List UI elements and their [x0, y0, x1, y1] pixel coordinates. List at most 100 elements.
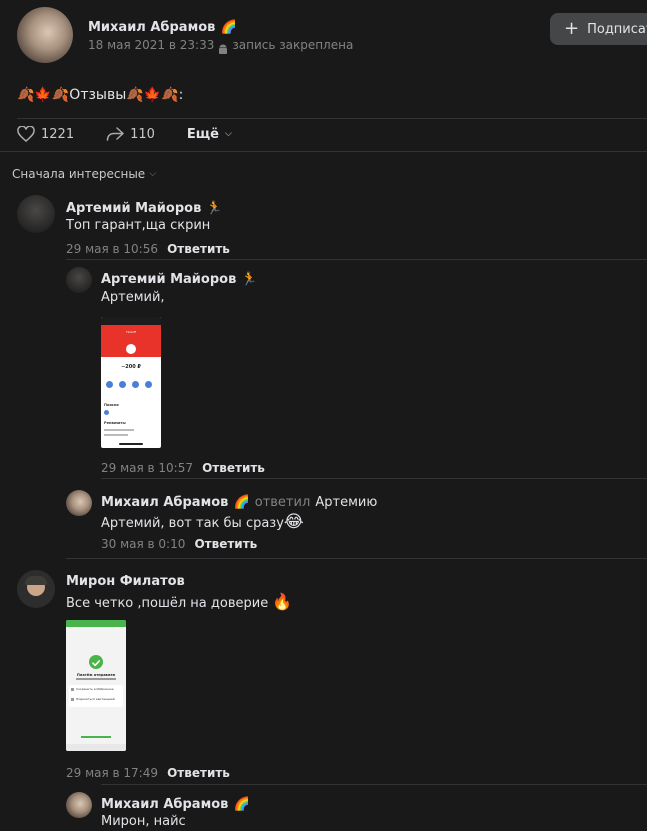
post-divider: [17, 118, 647, 119]
actions-divider: [0, 151, 647, 152]
comment-attachment-image[interactable]: Tinkoff −200 ₽ Поиски Реквизиты: [101, 317, 161, 448]
screenshot-row: Поделиться квитанцией: [76, 697, 115, 701]
bank-logo-icon: [124, 342, 138, 356]
comment-author-line: Михаил Абрамов 🌈 ответил Артемию: [101, 491, 377, 510]
comment-author[interactable]: Михаил Абрамов: [101, 495, 228, 510]
post-author-avatar[interactable]: [17, 7, 73, 63]
comment-author[interactable]: Мирон Филатов: [66, 574, 185, 589]
action-circle-icon: [106, 381, 113, 388]
comment-author-line: Артемий Майоров 🏃: [66, 197, 223, 216]
share-icon: [106, 127, 124, 141]
comment-divider: [101, 784, 647, 785]
comment-author-line: Мирон Филатов: [66, 570, 185, 589]
comment-text: Все четко ,пошёл на доверие: [66, 596, 269, 611]
comment-avatar[interactable]: [66, 490, 92, 516]
answered-label: ответил: [254, 495, 311, 510]
fire-emoji: 🔥: [272, 592, 293, 611]
comment-meta: 29 мая в 17:49 Ответить: [66, 762, 230, 781]
sort-label: Сначала интересные: [12, 167, 146, 181]
screenshot-actions: [106, 381, 152, 388]
screenshot-title: Tinkoff: [125, 330, 136, 334]
screenshot-line: [76, 678, 116, 680]
comment-author[interactable]: Михаил Абрамов: [101, 797, 228, 812]
reply-button[interactable]: Ответить: [194, 537, 257, 551]
comment-meta: 29 мая в 10:57 Ответить: [101, 457, 265, 476]
android-icon: [218, 40, 228, 54]
rainbow-emoji: 🌈: [233, 797, 250, 812]
star-icon: [71, 688, 74, 691]
post-meta: 18 мая 2021 в 23:33 запись закреплена: [88, 38, 353, 54]
more-button[interactable]: Ещё ⌵: [187, 126, 232, 142]
comment-date[interactable]: 29 мая в 10:56: [66, 242, 158, 256]
comment-author-line: Артемий Майоров 🏃: [101, 268, 258, 287]
reply-button[interactable]: Ответить: [202, 461, 265, 475]
comment-text: Мирон, найс: [101, 814, 186, 829]
share-button[interactable]: 110: [106, 126, 155, 142]
screenshot-card: Сохранить в Избранное Поделиться квитанц…: [69, 685, 123, 707]
like-count: 1221: [41, 126, 75, 142]
post-date[interactable]: 18 мая 2021 в 23:33: [88, 38, 214, 52]
comment-avatar[interactable]: [66, 792, 92, 818]
comment-divider: [66, 259, 647, 260]
screenshot-link: [81, 736, 111, 738]
answered-to[interactable]: Артемию: [315, 495, 377, 510]
runner-emoji: 🏃: [241, 272, 258, 287]
share-count: 110: [130, 126, 155, 142]
heart-icon: [17, 126, 35, 142]
screenshot-statusbar: [101, 317, 161, 325]
post-text-main: Отзывы: [69, 87, 127, 103]
comment-meta: 29 мая в 10:56 Ответить: [66, 238, 230, 257]
screenshot-line: [104, 434, 128, 436]
plus-icon: +: [564, 18, 580, 39]
screenshot-home-bar: [119, 443, 143, 445]
screenshot-amount: −200 ₽: [121, 364, 141, 370]
comment-text: Топ гарант,ща скрин: [66, 218, 211, 233]
subscribe-label: Подписаться: [587, 21, 647, 37]
comment-avatar[interactable]: [17, 570, 55, 608]
comment-author-line: Михаил Абрамов 🌈: [101, 793, 250, 812]
comment-sort-dropdown[interactable]: Сначала интересные ⌵: [12, 167, 156, 181]
comment-text: Артемий,: [101, 290, 165, 305]
rainbow-emoji: 🌈: [233, 495, 250, 510]
comment-text-line: Все четко ,пошёл на доверие 🔥: [66, 592, 292, 611]
comment-divider: [101, 478, 647, 479]
reply-button[interactable]: Ответить: [167, 766, 230, 780]
comment-text: Артемий, вот так бы сразу: [101, 516, 284, 531]
post-actions: 1221 110 Ещё ⌵: [17, 126, 232, 142]
screenshot-statusbar: [66, 620, 126, 627]
more-label: Ещё: [186, 126, 219, 142]
avatar-hat: [25, 576, 47, 585]
comment-attachment-image[interactable]: Платёж отправлен Сохранить в Избранное П…: [66, 620, 126, 751]
post-text: 🍂🍁🍂Отзывы🍂🍁🍂:: [17, 87, 183, 103]
post-text-suffix: 🍂🍁🍂:: [126, 87, 184, 103]
comment-author[interactable]: Артемий Майоров: [66, 201, 201, 216]
screenshot-row: Сохранить в Избранное: [76, 687, 114, 691]
comment-text-line: Артемий, вот так бы сразу😂: [101, 512, 304, 532]
like-button[interactable]: 1221: [17, 126, 74, 142]
screenshot-line: [104, 429, 134, 431]
chevron-down-icon: ⌵: [225, 129, 232, 139]
comment-author[interactable]: Артемий Майоров: [101, 272, 236, 287]
contact-dot-icon: [104, 410, 109, 415]
rainbow-emoji: 🌈: [220, 20, 237, 35]
checkmark-icon: [89, 655, 103, 669]
reply-button[interactable]: Ответить: [167, 242, 230, 256]
laughing-emoji: 😂: [283, 512, 304, 532]
post-author-line: Михаил Абрамов 🌈: [88, 16, 237, 35]
screenshot-navbar: [66, 744, 126, 751]
comment-divider: [66, 558, 647, 559]
post-text-prefix: 🍂🍁🍂: [17, 87, 70, 103]
post-author-name[interactable]: Михаил Абрамов: [88, 20, 215, 35]
comment-meta: 30 мая в 0:10 Ответить: [101, 533, 257, 552]
runner-emoji: 🏃: [206, 201, 223, 216]
comment-date[interactable]: 29 мая в 17:49: [66, 766, 158, 780]
comment-avatar[interactable]: [66, 267, 92, 293]
screenshot-title: Платёж отправлен: [76, 673, 116, 677]
chevron-down-icon: ⌵: [149, 169, 157, 179]
comment-avatar[interactable]: [17, 195, 55, 233]
action-circle-icon: [119, 381, 126, 388]
comment-date[interactable]: 30 мая в 0:10: [101, 537, 185, 551]
comment-date[interactable]: 29 мая в 10:57: [101, 461, 193, 475]
subscribe-button[interactable]: + Подписаться: [550, 13, 647, 45]
screenshot-section: Поиски: [104, 403, 119, 407]
